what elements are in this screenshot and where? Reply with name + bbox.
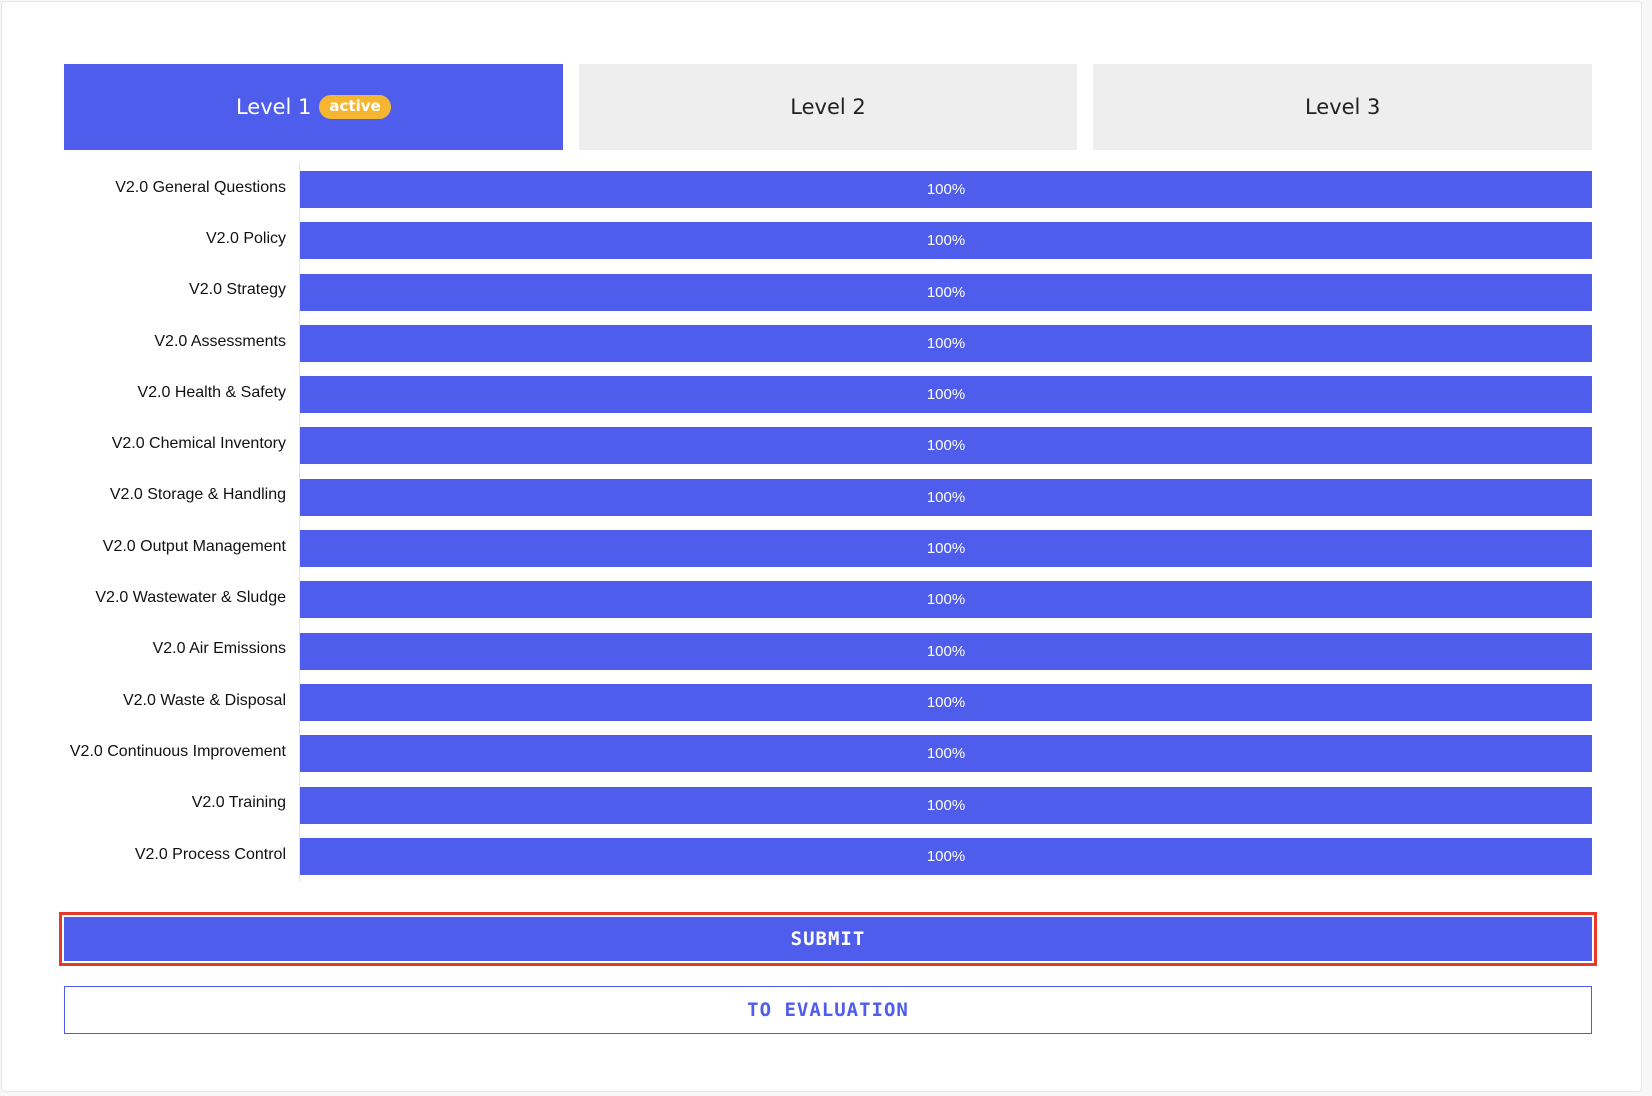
progress-row-label: V2.0 Training xyxy=(191,794,286,812)
progress-row-label: V2.0 Air Emissions xyxy=(152,640,286,658)
progress-row: V2.0 Air Emissions 100% xyxy=(64,624,1592,675)
progress-bar[interactable]: 100% xyxy=(300,478,1592,516)
submit-highlight: SUBMIT xyxy=(59,912,1597,966)
progress-row-label: V2.0 General Questions xyxy=(115,178,286,196)
progress-bar[interactable]: 100% xyxy=(300,786,1592,824)
progress-percent: 100% xyxy=(926,796,966,814)
progress-row: V2.0 Strategy 100% xyxy=(64,265,1592,316)
progress-row-label: V2.0 Output Management xyxy=(102,537,286,555)
progress-row: V2.0 Chemical Inventory 100% xyxy=(64,418,1592,469)
progress-row-label: V2.0 Process Control xyxy=(134,845,286,863)
progress-bar[interactable]: 100% xyxy=(300,837,1592,875)
progress-bar[interactable]: 100% xyxy=(300,581,1592,619)
level-tabs: Level 1 active Level 2 Level 3 xyxy=(64,64,1593,150)
progress-row-label: V2.0 Chemical Inventory xyxy=(111,435,286,453)
progress-percent: 100% xyxy=(926,693,966,711)
tab-level-1-label: Level 1 xyxy=(235,95,312,119)
progress-row-label: V2.0 Storage & Handling xyxy=(109,486,286,504)
page: Level 1 active Level 2 Level 3 V2.0 Gene… xyxy=(1,1,1642,1092)
progress-row-label: V2.0 Wastewater & Sludge xyxy=(95,589,286,607)
progress-percent: 100% xyxy=(926,591,966,609)
progress-row: V2.0 Wastewater & Sludge 100% xyxy=(64,572,1592,623)
progress-row-label: V2.0 Health & Safety xyxy=(137,383,286,401)
progress-row: V2.0 Waste & Disposal 100% xyxy=(64,675,1592,726)
to-evaluation-button[interactable]: TO EVALUATION xyxy=(64,986,1592,1034)
progress-percent: 100% xyxy=(926,745,966,763)
progress-row-label: V2.0 Strategy xyxy=(189,281,286,299)
progress-percent: 100% xyxy=(926,283,966,301)
progress-row: V2.0 Policy 100% xyxy=(64,213,1592,264)
progress-row: V2.0 Storage & Handling 100% xyxy=(64,470,1592,521)
progress-row: V2.0 Health & Safety 100% xyxy=(64,367,1592,418)
progress-bar[interactable]: 100% xyxy=(300,171,1592,208)
progress-percent: 100% xyxy=(926,847,966,865)
tab-level-3-label: Level 3 xyxy=(1304,95,1381,119)
progress-percent: 100% xyxy=(926,437,966,455)
progress-row-label: V2.0 Continuous Improvement xyxy=(69,742,286,760)
progress-percent: 100% xyxy=(926,181,966,198)
progress-row: V2.0 Output Management 100% xyxy=(64,521,1592,572)
progress-row: V2.0 Training 100% xyxy=(64,778,1592,829)
progress-percent: 100% xyxy=(926,232,966,250)
progress-bar[interactable]: 100% xyxy=(300,530,1592,568)
progress-bar[interactable]: 100% xyxy=(300,735,1592,773)
progress-row: V2.0 Continuous Improvement 100% xyxy=(64,726,1592,777)
progress-bar[interactable]: 100% xyxy=(300,222,1592,260)
tab-level-2[interactable]: Level 2 xyxy=(578,64,1078,150)
progress-percent: 100% xyxy=(926,540,966,558)
progress-bar[interactable]: 100% xyxy=(300,683,1592,721)
progress-row-label: V2.0 Waste & Disposal xyxy=(122,691,286,709)
tab-level-1[interactable]: Level 1 active xyxy=(64,64,563,150)
progress-bar[interactable]: 100% xyxy=(300,427,1592,465)
progress-row: V2.0 General Questions 100% xyxy=(64,162,1592,213)
progress-percent: 100% xyxy=(926,488,966,506)
progress-percent: 100% xyxy=(926,386,966,404)
progress-bar[interactable]: 100% xyxy=(300,376,1592,414)
progress-bar[interactable]: 100% xyxy=(300,273,1592,311)
progress-row-label: V2.0 Assessments xyxy=(154,332,286,350)
progress-bar[interactable]: 100% xyxy=(300,632,1592,670)
progress-list: V2.0 General Questions 100% V2.0 Policy 100… xyxy=(64,162,1592,883)
submit-button[interactable]: SUBMIT xyxy=(64,917,1592,961)
active-badge: active xyxy=(319,95,391,119)
progress-bar[interactable]: 100% xyxy=(300,324,1592,362)
progress-percent: 100% xyxy=(926,334,966,352)
progress-row-label: V2.0 Policy xyxy=(205,229,286,247)
tab-level-2-label: Level 2 xyxy=(790,95,866,119)
tab-level-3[interactable]: Level 3 xyxy=(1093,64,1593,150)
progress-row: V2.0 Assessments 100% xyxy=(64,316,1592,367)
progress-row: V2.0 Process Control 100% xyxy=(64,829,1592,880)
progress-percent: 100% xyxy=(926,642,966,660)
